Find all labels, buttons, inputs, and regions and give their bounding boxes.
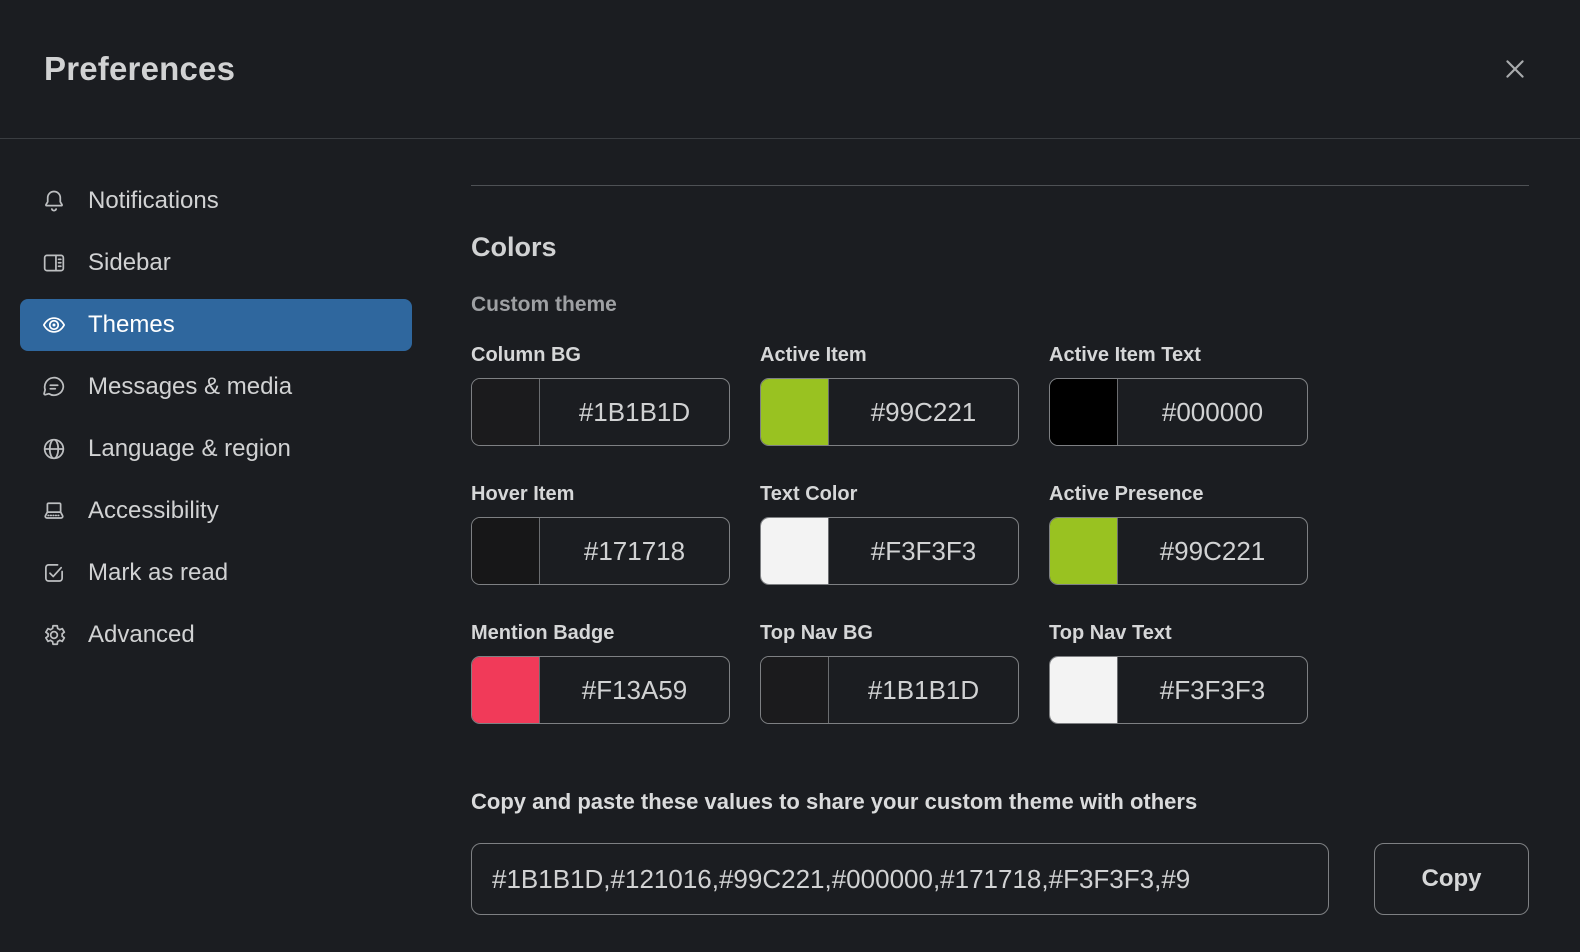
content-divider: [471, 185, 1529, 186]
color-field-box: [471, 517, 730, 585]
copy-button[interactable]: Copy: [1374, 843, 1529, 915]
bell-icon: [41, 188, 67, 214]
theme-share-input[interactable]: [471, 843, 1329, 915]
sidebar-icon: [41, 250, 67, 276]
color-field-box: [471, 656, 730, 724]
eye-icon: [41, 312, 67, 338]
color-field-active-item-text: Active Item Text: [1049, 342, 1308, 446]
share-row: Copy: [471, 843, 1529, 915]
color-hex-input[interactable]: [540, 379, 729, 445]
color-swatch[interactable]: [761, 379, 829, 445]
dialog-header: Preferences: [0, 0, 1580, 139]
gear-icon: [41, 622, 67, 648]
keyboard-icon: [41, 498, 67, 524]
color-hex-input[interactable]: [1118, 379, 1307, 445]
color-field-mention-badge: Mention Badge: [471, 620, 730, 724]
color-swatch[interactable]: [472, 657, 540, 723]
color-field-label: Column BG: [471, 344, 581, 366]
color-hex-input[interactable]: [829, 379, 1018, 445]
preferences-sidebar: Notifications Sidebar Themes Messages & …: [0, 139, 448, 951]
sidebar-item-language-region[interactable]: Language & region: [20, 423, 412, 475]
color-swatch[interactable]: [472, 518, 540, 584]
page-title: Preferences: [44, 50, 236, 87]
sidebar-item-sidebar[interactable]: Sidebar: [20, 237, 412, 289]
share-instruction: Copy and paste these values to share you…: [471, 789, 1198, 814]
message-icon: [41, 374, 67, 400]
sidebar-item-themes[interactable]: Themes: [20, 299, 412, 351]
sidebar-item-mark-as-read[interactable]: Mark as read: [20, 547, 412, 599]
color-field-label: Mention Badge: [471, 622, 615, 644]
color-field-box: [1049, 517, 1308, 585]
color-field-label: Text Color: [760, 483, 858, 505]
section-title-colors: Colors: [471, 232, 557, 262]
sidebar-item-accessibility[interactable]: Accessibility: [20, 485, 412, 537]
color-swatch[interactable]: [761, 518, 829, 584]
color-field-active-presence: Active Presence: [1049, 481, 1308, 585]
color-field-text-color: Text Color: [760, 481, 1019, 585]
color-field-top-nav-bg: Top Nav BG: [760, 620, 1019, 724]
color-hex-input[interactable]: [1118, 657, 1307, 723]
sidebar-item-advanced[interactable]: Advanced: [20, 609, 412, 661]
color-field-label: Active Item: [760, 344, 867, 366]
color-hex-input[interactable]: [829, 518, 1018, 584]
sidebar-item-notifications[interactable]: Notifications: [20, 175, 412, 227]
color-field-box: [760, 517, 1019, 585]
sidebar-item-label: Accessibility: [88, 497, 219, 524]
sidebar-item-messages-media[interactable]: Messages & media: [20, 361, 412, 413]
color-swatch[interactable]: [1050, 518, 1118, 584]
sidebar-item-label: Messages & media: [88, 373, 293, 400]
color-hex-input[interactable]: [540, 657, 729, 723]
globe-icon: [41, 436, 67, 462]
close-button[interactable]: [1498, 52, 1532, 86]
color-field-label: Hover Item: [471, 483, 575, 505]
color-hex-input[interactable]: [540, 518, 729, 584]
sidebar-item-label: Themes: [88, 311, 175, 338]
color-field-box: [760, 656, 1019, 724]
color-swatch[interactable]: [761, 657, 829, 723]
color-field-box: [1049, 656, 1308, 724]
color-field-column-bg: Column BG: [471, 342, 730, 446]
subsection-title-custom-theme: Custom theme: [471, 293, 617, 316]
sidebar-item-label: Notifications: [88, 187, 219, 214]
custom-theme-color-grid: Column BG Active Item Active Item Text H…: [471, 342, 1529, 724]
close-icon: [1502, 56, 1528, 82]
sidebar-item-label: Mark as read: [88, 559, 229, 586]
color-swatch[interactable]: [1050, 379, 1118, 445]
color-field-label: Active Presence: [1049, 483, 1204, 505]
color-field-label: Top Nav Text: [1049, 622, 1172, 644]
check-square-icon: [41, 560, 67, 586]
color-field-label: Top Nav BG: [760, 622, 873, 644]
color-field-box: [760, 378, 1019, 446]
sidebar-item-label: Sidebar: [88, 249, 171, 276]
color-field-box: [1049, 378, 1308, 446]
color-field-top-nav-text: Top Nav Text: [1049, 620, 1308, 724]
color-field-label: Active Item Text: [1049, 344, 1201, 366]
color-swatch[interactable]: [472, 379, 540, 445]
color-hex-input[interactable]: [829, 657, 1018, 723]
color-hex-input[interactable]: [1118, 518, 1307, 584]
color-field-box: [471, 378, 730, 446]
color-field-active-item: Active Item: [760, 342, 1019, 446]
preferences-dialog: Preferences Notifications Sidebar Themes…: [0, 0, 1580, 952]
color-swatch[interactable]: [1050, 657, 1118, 723]
color-field-hover-item: Hover Item: [471, 481, 730, 585]
themes-panel: Colors Custom theme Column BG Active Ite…: [448, 139, 1580, 951]
sidebar-item-label: Language & region: [88, 435, 291, 462]
sidebar-item-label: Advanced: [88, 621, 195, 648]
